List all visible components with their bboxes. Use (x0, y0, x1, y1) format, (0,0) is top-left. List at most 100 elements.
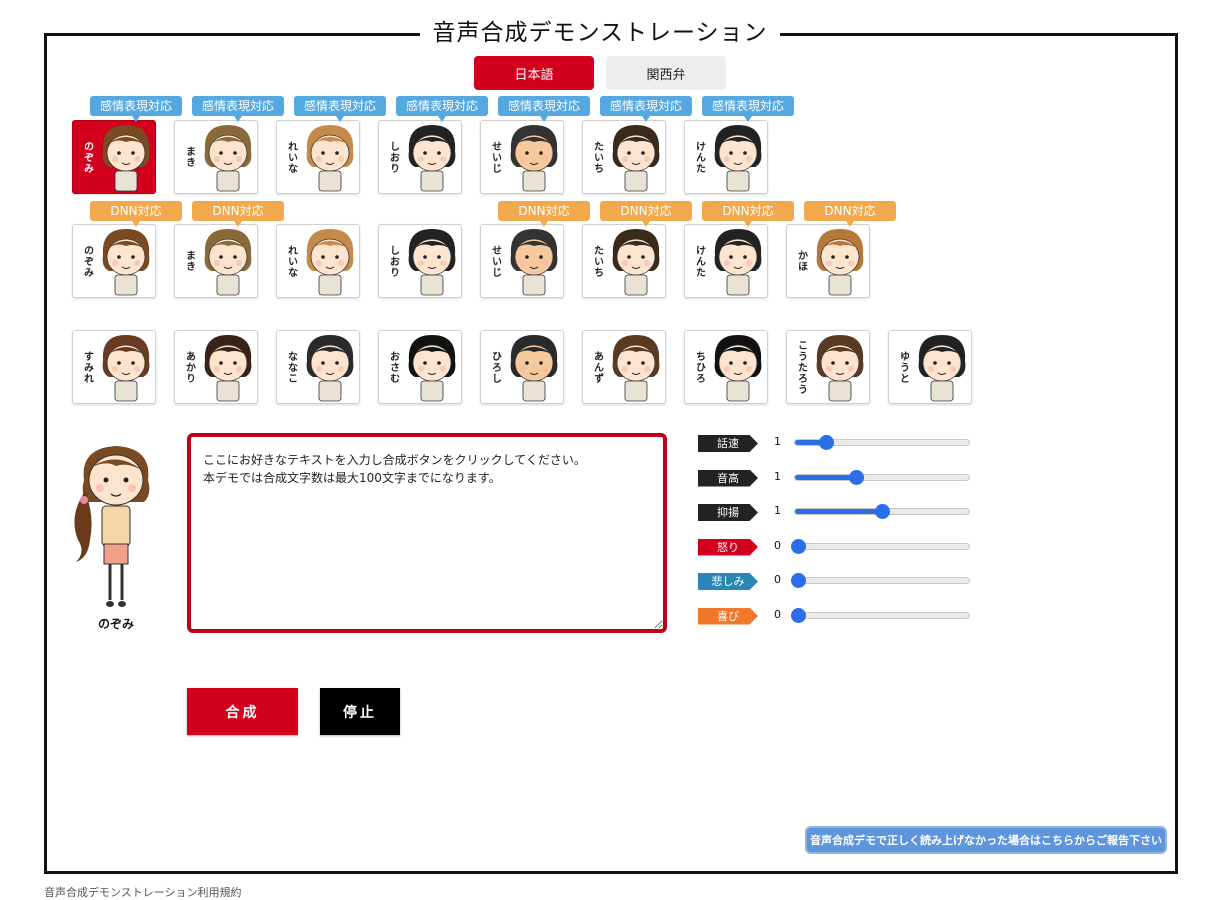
character-illustration (102, 335, 150, 402)
character-illustration (204, 125, 252, 192)
character-card[interactable]: せいじ (480, 120, 564, 194)
character-name: おさむ (387, 350, 399, 384)
character-illustration (204, 335, 252, 402)
character-card[interactable]: しおり (378, 224, 462, 298)
param-slider[interactable] (791, 538, 970, 554)
character-name: せいじ (489, 244, 501, 278)
param-slider[interactable] (794, 469, 970, 485)
character-illustration (408, 229, 456, 296)
character-card[interactable]: ちひろ (684, 330, 768, 404)
character-card[interactable]: れいな (276, 120, 360, 194)
character-card[interactable]: れいな (276, 224, 360, 298)
param-row: 抑揚 1 (698, 502, 978, 522)
character-name: しおり (387, 244, 399, 278)
character-name: けんた (693, 140, 705, 174)
character-card[interactable]: せいじ (480, 224, 564, 298)
character-name: けんた (693, 244, 705, 278)
character-illustration (102, 125, 150, 192)
character-card[interactable]: けんた (684, 120, 768, 194)
character-illustration (918, 335, 966, 402)
param-slider[interactable] (791, 573, 970, 588)
param-row: 音高 1 (698, 468, 978, 488)
footer-text: 音声合成デモンストレーション利用規約 (44, 886, 242, 899)
dnn-support-badge: DNN対応 (600, 201, 692, 227)
page-title: 音声合成デモンストレーション (420, 18, 780, 48)
character-illustration (714, 229, 762, 296)
character-illustration (612, 229, 660, 296)
character-card[interactable]: あんず (582, 330, 666, 404)
character-card[interactable]: ゆうと (888, 330, 972, 404)
character-name: たいち (591, 244, 603, 278)
dnn-support-badge: DNN対応 (498, 201, 590, 227)
slider-handle[interactable] (791, 538, 807, 554)
dnn-support-badge: DNN対応 (90, 201, 182, 227)
character-illustration (306, 125, 354, 192)
param-slider[interactable] (791, 607, 970, 623)
character-card[interactable]: のぞみ (72, 120, 156, 194)
character-card[interactable]: けんた (684, 224, 768, 298)
emotion-support-badge: 感情表現対応 (600, 96, 692, 122)
param-label: 喜び (698, 607, 758, 625)
character-card[interactable]: たいち (582, 224, 666, 298)
slider-handle[interactable] (791, 573, 807, 588)
slider-handle[interactable] (819, 435, 835, 450)
character-illustration (408, 335, 456, 402)
slider-fill (795, 474, 856, 480)
character-card[interactable]: まき (174, 224, 258, 298)
character-card[interactable]: ひろし (480, 330, 564, 404)
character-name: あかり (183, 350, 195, 384)
tab-japanese[interactable]: 日本語 (474, 56, 594, 90)
tab-kansai[interactable]: 関西弁 (606, 56, 726, 90)
param-slider[interactable] (794, 504, 970, 519)
character-card[interactable]: おさむ (378, 330, 462, 404)
slider-fill (795, 509, 882, 514)
character-name: れいな (285, 244, 297, 278)
emotion-support-badge: 感情表現対応 (192, 96, 284, 122)
character-name: かほ (795, 250, 807, 272)
param-label: 抑揚 (698, 504, 758, 521)
param-value: 0 (774, 607, 781, 621)
character-card[interactable]: しおり (378, 120, 462, 194)
character-illustration (306, 335, 354, 402)
character-card[interactable]: かほ (786, 224, 870, 298)
param-row: 話速 1 (698, 433, 978, 453)
param-value: 0 (774, 538, 781, 552)
character-name: まき (183, 146, 195, 168)
dnn-support-badge: DNN対応 (804, 201, 896, 227)
character-card[interactable]: すみれ (72, 330, 156, 404)
slider-handle[interactable] (848, 469, 864, 485)
character-illustration (408, 125, 456, 192)
selected-character-figure (66, 440, 166, 622)
character-name: あんず (591, 350, 603, 384)
emotion-support-badge: 感情表現対応 (294, 96, 386, 122)
param-label: 話速 (698, 435, 758, 452)
text-input[interactable]: ここにお好きなテキストを入力し合成ボタンをクリックしてください。 本デモでは合成… (187, 433, 667, 633)
stop-button[interactable]: 停止 (320, 688, 400, 735)
character-name: ひろし (489, 350, 501, 384)
slider-handle[interactable] (875, 504, 890, 519)
character-card[interactable]: のぞみ (72, 224, 156, 298)
character-illustration (510, 125, 558, 192)
param-row: 悲しみ 0 (698, 571, 978, 591)
character-name: のぞみ (81, 140, 93, 174)
report-button[interactable]: 音声合成デモで正しく読み上げなかった場合はこちらからご報告下さい (805, 826, 1167, 854)
synthesize-button[interactable]: 合成 (187, 688, 298, 735)
slider-handle[interactable] (791, 607, 807, 623)
character-illustration (714, 335, 762, 402)
character-card[interactable]: ななこ (276, 330, 360, 404)
param-value: 0 (774, 573, 781, 586)
character-name: こうたろう (795, 339, 807, 395)
character-name: ゆうと (897, 350, 909, 384)
param-label: 音高 (698, 469, 758, 487)
character-card[interactable]: まき (174, 120, 258, 194)
character-illustration (510, 229, 558, 296)
character-name: ななこ (285, 350, 297, 384)
param-value: 1 (774, 435, 781, 448)
character-card[interactable]: あかり (174, 330, 258, 404)
emotion-support-badge: 感情表現対応 (90, 96, 182, 122)
character-illustration (306, 229, 354, 296)
character-card[interactable]: こうたろう (786, 330, 870, 404)
param-value: 1 (774, 504, 781, 517)
character-card[interactable]: たいち (582, 120, 666, 194)
param-slider[interactable] (794, 435, 970, 450)
